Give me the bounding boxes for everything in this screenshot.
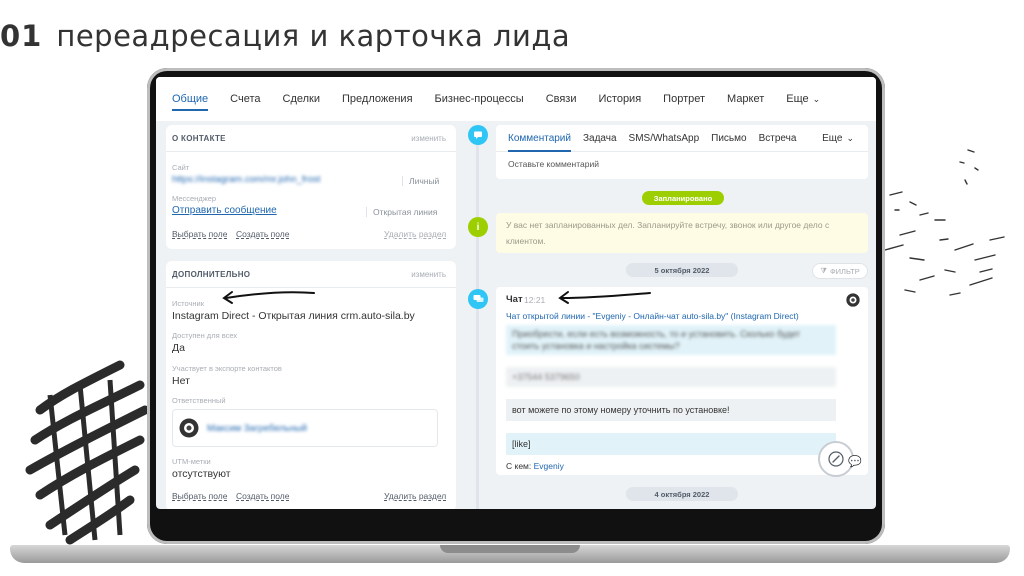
editor-tab-task[interactable]: Задача xyxy=(583,125,617,151)
editor-tab-comment[interactable]: Комментарий xyxy=(508,125,571,152)
access-value: Да xyxy=(172,342,185,354)
chat-title: Чат xyxy=(506,294,523,305)
slide-headline: 01 переадресация и карточка лида xyxy=(0,14,570,58)
annotation-arrow-source xyxy=(222,291,315,304)
tab-general[interactable]: Общие xyxy=(172,77,209,121)
tab-quotes[interactable]: Предложения xyxy=(342,77,413,121)
chat-with: С кем: Evgeniy xyxy=(506,461,564,471)
comment-icon xyxy=(468,125,488,145)
messenger-label: Мессенджер xyxy=(172,194,217,203)
contact-card-header: О КОНТАКТЕ изменить xyxy=(166,125,456,152)
site-type: Личный xyxy=(402,176,439,186)
source-value: Instagram Direct - Открытая линия crm.au… xyxy=(172,310,415,322)
contact-card: О КОНТАКТЕ изменить Сайт https://instagr… xyxy=(166,125,456,249)
contact-card-title: О КОНТАКТЕ xyxy=(172,133,226,143)
editor-tab-sms[interactable]: SMS/WhatsApp xyxy=(629,125,700,151)
filter-label: ФИЛЬТР xyxy=(829,266,860,276)
decorative-scribble-right xyxy=(884,149,1005,296)
chat-avatar xyxy=(846,293,860,307)
additional-card-title: ДОПОЛНИТЕЛЬНО xyxy=(172,269,251,279)
messenger-type: Открытая линия xyxy=(366,207,437,217)
date-divider-1: 5 октября 2022 xyxy=(626,263,738,277)
export-label: Участвует в экспорте контактов xyxy=(172,364,282,373)
chat-time: 12:21 xyxy=(524,295,546,305)
utm-value: отсутствуют xyxy=(172,468,231,480)
planned-badge: Запланировано xyxy=(642,191,724,205)
choose-field-link[interactable]: Выбрать поле xyxy=(172,229,227,239)
tab-deals[interactable]: Сделки xyxy=(283,77,321,121)
responsible-name[interactable]: Максим Загребельный xyxy=(207,423,307,434)
create-field-link-2[interactable]: Создать поле xyxy=(236,491,290,501)
chat-message-operator: вот можете по этому номеру уточнить по у… xyxy=(506,399,836,421)
site-label: Сайт xyxy=(172,163,190,172)
responsible-box[interactable]: Максим Загребельный xyxy=(172,409,438,447)
chevron-down-icon: ⌄ xyxy=(812,93,821,104)
delete-section-link[interactable]: Удалить раздел xyxy=(384,229,446,239)
pin-icon xyxy=(828,451,844,467)
chat-open-line-link[interactable]: Чат открытой линии - "Evgeniy - Онлайн-ч… xyxy=(506,311,799,321)
comment-input[interactable]: Оставьте комментарий xyxy=(496,152,868,176)
access-label: Доступен для всех xyxy=(172,331,238,340)
chat-message-phone: +37544 5379650 xyxy=(506,367,836,387)
tab-links[interactable]: Связи xyxy=(546,77,577,121)
tab-business-processes[interactable]: Бизнес-процессы xyxy=(435,77,524,121)
laptop-base-notch xyxy=(440,545,580,553)
editor-tab-more-label: Еще xyxy=(822,132,843,144)
planned-info: У вас нет запланированных дел. Запланиру… xyxy=(496,213,868,253)
tab-invoices[interactable]: Счета xyxy=(230,77,260,121)
date-divider-2: 4 октября 2022 xyxy=(626,487,738,501)
info-icon: i xyxy=(468,217,488,237)
responsible-label: Ответственный xyxy=(172,396,226,405)
tab-market[interactable]: Маркет xyxy=(727,77,764,121)
utm-label: UTM-метки xyxy=(172,457,211,466)
editor-tab-email[interactable]: Письмо xyxy=(711,125,746,151)
send-message-link[interactable]: Отправить сообщение xyxy=(172,205,277,216)
additional-card-header: ДОПОЛНИТЕЛЬНО изменить xyxy=(166,261,456,288)
timeline-line xyxy=(476,137,479,509)
editor-tabs: Комментарий Задача SMS/WhatsApp Письмо В… xyxy=(496,125,868,152)
top-navigation: Общие Счета Сделки Предложения Бизнес-пр… xyxy=(156,77,876,121)
tab-more-label: Еще xyxy=(786,93,809,105)
site-value[interactable]: https://instagram.com/mr.john_frost xyxy=(172,174,320,185)
chat-icon xyxy=(468,289,488,309)
chat-with-name[interactable]: Evgeniy xyxy=(534,461,564,471)
chat-card: Чат 12:21 Чат открытой линии - "Evgeniy … xyxy=(496,287,868,475)
chevron-down-icon: ⌄ xyxy=(846,132,854,143)
export-value: Нет xyxy=(172,375,190,387)
crm-screen: Общие Счета Сделки Предложения Бизнес-пр… xyxy=(156,77,876,509)
delete-section-link-2[interactable]: Удалить раздел xyxy=(384,491,446,501)
tab-more[interactable]: Еще ⌄ xyxy=(786,77,820,121)
additional-edit-link[interactable]: изменить xyxy=(411,270,446,279)
avatar xyxy=(179,418,199,438)
tab-history[interactable]: История xyxy=(599,77,642,121)
activity-editor: Комментарий Задача SMS/WhatsApp Письмо В… xyxy=(496,125,868,179)
editor-tab-more[interactable]: Еще ⌄ xyxy=(822,125,854,151)
choose-field-link-2[interactable]: Выбрать поле xyxy=(172,491,227,501)
filter-icon: ⧩ xyxy=(820,266,827,275)
decorative-scribble-left xyxy=(25,360,150,545)
annotation-arrow-chat xyxy=(558,291,651,304)
slide-number: 01 xyxy=(0,19,43,53)
source-label: Источник xyxy=(172,299,205,308)
chat-message-like: [like] xyxy=(506,433,836,455)
chat-message-client: Приобрести, если есть возможность, то и … xyxy=(506,325,836,355)
editor-tab-meeting[interactable]: Встреча xyxy=(759,125,797,151)
chat-bubbles-icon[interactable]: 💬 xyxy=(848,455,862,468)
slide-title: переадресация и карточка лида xyxy=(56,19,571,53)
tab-portrait[interactable]: Портрет xyxy=(663,77,705,121)
filter-button[interactable]: ⧩ ФИЛЬТР xyxy=(812,263,868,279)
chat-with-label: С кем: xyxy=(506,461,532,471)
contact-edit-link[interactable]: изменить xyxy=(411,134,446,143)
create-field-link[interactable]: Создать поле xyxy=(236,229,290,239)
